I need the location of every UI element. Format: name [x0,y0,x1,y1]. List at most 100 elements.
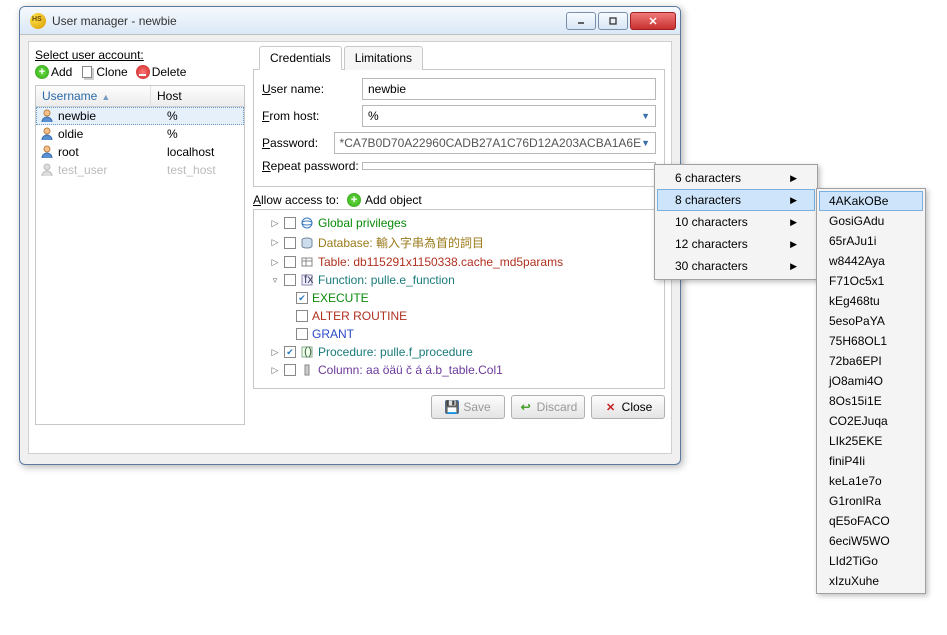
clone-icon [80,65,94,79]
tree-row-function[interactable]: ▿fxFunction: pulle.e_function [256,271,662,289]
add-icon: + [35,65,49,79]
person-icon [40,163,54,177]
person-icon [40,109,54,123]
person-icon [40,145,54,159]
menu-item[interactable]: 6 characters▶ [657,167,815,189]
app-icon [30,13,46,29]
password-label: Password: [262,136,334,150]
tree-row-table[interactable]: ▷Table: db115291x1150338.cache_md5params [256,253,662,271]
dropdown-icon[interactable]: ▼ [641,138,650,148]
user-table: Username▲ Host newbie%oldie%rootlocalhos… [35,85,245,425]
delete-user-button[interactable]: Delete [136,65,187,79]
checkbox[interactable] [296,328,308,340]
menu-item[interactable]: GosiGAdu [819,211,923,231]
menu-item[interactable]: 8Os15i1E [819,391,923,411]
menu-item[interactable]: CO2EJuqa [819,411,923,431]
user-row[interactable]: rootlocalhost [36,143,244,161]
menu-item[interactable]: 72ba6EPI [819,351,923,371]
discard-icon: ↩ [519,400,533,414]
person-icon [40,127,54,141]
tree-row-global[interactable]: ▷Global privileges [256,214,662,232]
username-column[interactable]: Username▲ [36,86,151,106]
menu-item[interactable]: 6eciW5WO [819,531,923,551]
menu-item[interactable]: xIzuXuhe [819,571,923,591]
fromhost-field[interactable]: %▼ [362,105,656,127]
user-manager-window: User manager - newbie Select user accoun… [19,6,681,465]
dialog-buttons: 💾Save ↩Discard ✕Close [253,395,665,419]
submenu-arrow-icon: ▶ [790,261,797,272]
user-table-header[interactable]: Username▲ Host [36,86,244,107]
menu-item[interactable]: 65rAJu1i [819,231,923,251]
content-panel: Select user account: +Add Clone Delete U… [28,41,672,454]
credentials-panel: User name: newbie From host: %▼ Password… [253,69,665,187]
minimize-button[interactable] [566,12,596,30]
username-field[interactable]: newbie [362,78,656,100]
username-label: User name: [262,82,362,96]
save-button[interactable]: 💾Save [431,395,505,419]
tab-credentials[interactable]: Credentials [259,46,342,70]
menu-item[interactable]: 12 characters▶ [657,233,815,255]
left-pane: Select user account: +Add Clone Delete U… [35,48,245,447]
dropdown-icon: ▼ [641,111,650,121]
menu-item[interactable]: finiP4Ii [819,451,923,471]
select-account-label: Select user account: [35,48,245,62]
add-user-button[interactable]: +Add [35,65,72,79]
menu-item[interactable]: G1ronIRa [819,491,923,511]
password-field[interactable]: *CA7B0D70A22960CADB27A1C76D12A203ACBA1A6… [334,132,656,154]
menu-item[interactable]: 4AKakOBe [819,191,923,211]
tree-row-grant[interactable]: GRANT [256,325,662,343]
close-button[interactable]: ✕Close [591,395,665,419]
user-row[interactable]: test_usertest_host [36,161,244,179]
close-icon: ✕ [604,400,618,414]
menu-item[interactable]: F71Oc5x1 [819,271,923,291]
svg-text:(): () [304,345,312,358]
tab-limitations[interactable]: Limitations [344,46,423,70]
delete-icon [136,65,150,79]
password-length-menu[interactable]: 6 characters▶8 characters▶10 characters▶… [654,164,818,280]
tabs: Credentials Limitations [253,46,665,70]
password-suggestions-menu[interactable]: 4AKakOBeGosiGAdu65rAJu1iw8442AyaF71Oc5x1… [816,188,926,594]
menu-item[interactable]: 8 characters▶ [657,189,815,211]
menu-item[interactable]: 75H68OL1 [819,331,923,351]
tree-row-procedure[interactable]: ▷()Procedure: pulle.f_procedure [256,343,662,361]
menu-item[interactable]: qE5oFACO [819,511,923,531]
menu-item[interactable]: 30 characters▶ [657,255,815,277]
menu-item[interactable]: 5esoPaYA [819,311,923,331]
fromhost-label: From host: [262,109,362,123]
submenu-arrow-icon: ▶ [790,195,797,206]
submenu-arrow-icon: ▶ [790,217,797,228]
tree-row-database[interactable]: ▷Database: 輸入字串為首的詞目 [256,232,662,253]
checkbox[interactable] [296,310,308,322]
sort-asc-icon: ▲ [101,92,110,102]
maximize-button[interactable] [598,12,628,30]
discard-button[interactable]: ↩Discard [511,395,585,419]
host-column[interactable]: Host [151,86,244,106]
repeat-password-label: Repeat password: [262,159,362,173]
access-tree[interactable]: ▷Global privileges ▷Database: 輸入字串為首的詞目 … [253,209,665,389]
user-row[interactable]: newbie% [36,107,244,125]
menu-item[interactable]: jO8ami4O [819,371,923,391]
svg-text:fx: fx [304,273,313,286]
right-pane: Credentials Limitations User name: newbi… [253,46,665,447]
menu-item[interactable]: 10 characters▶ [657,211,815,233]
add-icon[interactable]: + [347,193,361,207]
tree-row-column[interactable]: ▷Column: aa öäü č á á.b_table.Col1 [256,361,662,379]
close-window-button[interactable] [630,12,676,30]
menu-item[interactable]: w8442Aya [819,251,923,271]
submenu-arrow-icon: ▶ [790,173,797,184]
submenu-arrow-icon: ▶ [790,239,797,250]
clone-user-button[interactable]: Clone [80,65,127,79]
menu-item[interactable]: LIk25EKE [819,431,923,451]
tree-row-alter[interactable]: ALTER ROUTINE [256,307,662,325]
window-title: User manager - newbie [52,14,566,28]
menu-item[interactable]: LId2TiGo [819,551,923,571]
tree-row-execute[interactable]: EXECUTE [256,289,662,307]
menu-item[interactable]: kEg468tu [819,291,923,311]
repeat-password-field[interactable] [362,162,656,170]
save-icon: 💾 [445,400,459,414]
menu-item[interactable]: keLa1e7o [819,471,923,491]
titlebar[interactable]: User manager - newbie [20,7,680,35]
add-object-button[interactable]: Add object [365,193,422,207]
user-row[interactable]: oldie% [36,125,244,143]
checkbox-checked[interactable] [296,292,308,304]
